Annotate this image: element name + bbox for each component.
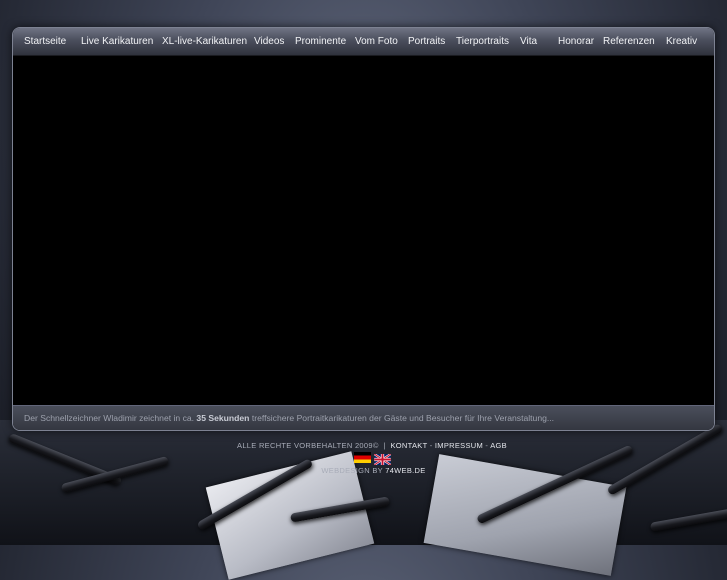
- webdesign-credit: WEBDESIGN BY 74WEB.DE: [0, 466, 727, 475]
- caption-text-start: Der Schnellzeichner Wladimir zeichnet in…: [24, 413, 197, 423]
- nav-item-honorar[interactable]: Honorar: [558, 28, 594, 55]
- nav-item-referenzen[interactable]: Referenzen: [603, 28, 655, 55]
- nav-item-xl-live-karikaturen[interactable]: XL-live-Karikaturen: [162, 28, 247, 55]
- caption-text: Der Schnellzeichner Wladimir zeichnet in…: [24, 406, 554, 430]
- nav-item-kreativ[interactable]: Kreativ: [666, 28, 697, 55]
- footer-dash: -: [429, 441, 433, 450]
- caption-bar: Der Schnellzeichner Wladimir zeichnet in…: [13, 405, 714, 430]
- footer-links: ALLE RECHTE VORBEHALTEN 2009© | KONTAKT …: [0, 441, 727, 450]
- nav-item-vita[interactable]: Vita: [520, 28, 537, 55]
- webdesign-prefix: WEBDESIGN BY: [321, 466, 383, 475]
- german-flag-icon[interactable]: [354, 452, 371, 463]
- video-player-area[interactable]: [13, 56, 714, 403]
- impressum-link[interactable]: IMPRESSUM: [435, 441, 483, 450]
- nav-item-portraits[interactable]: Portraits: [408, 28, 445, 55]
- copyright-text: ALLE RECHTE VORBEHALTEN 2009©: [237, 441, 379, 450]
- nav-item-vom-foto[interactable]: Vom Foto: [355, 28, 398, 55]
- nav-item-live-karikaturen[interactable]: Live Karikaturen: [81, 28, 153, 55]
- kontakt-link[interactable]: KONTAKT: [390, 441, 427, 450]
- footer-divider: |: [383, 441, 386, 450]
- main-navigation: Startseite Live Karikaturen XL-live-Kari…: [13, 28, 714, 56]
- nav-item-tierportraits[interactable]: Tierportraits: [456, 28, 509, 55]
- nav-item-prominente[interactable]: Prominente: [295, 28, 346, 55]
- agb-link[interactable]: AGB: [490, 441, 507, 450]
- caption-highlight: 35 Sekunden: [196, 413, 250, 423]
- webdesign-link[interactable]: 74WEB.DE: [385, 466, 425, 475]
- nav-item-startseite[interactable]: Startseite: [24, 28, 66, 55]
- caption-text-end: treffsichere Portraitkarikaturen der Gäs…: [249, 413, 555, 423]
- content-frame: Startseite Live Karikaturen XL-live-Kari…: [13, 28, 714, 430]
- uk-flag-icon[interactable]: [373, 452, 392, 466]
- footer-dash: -: [485, 441, 489, 450]
- nav-item-videos[interactable]: Videos: [254, 28, 284, 55]
